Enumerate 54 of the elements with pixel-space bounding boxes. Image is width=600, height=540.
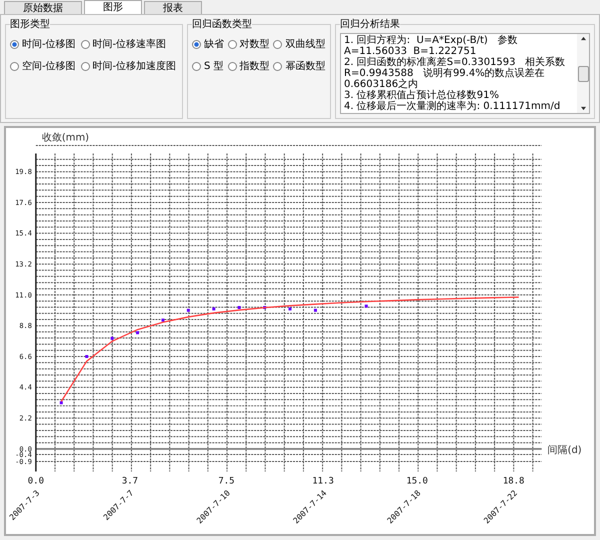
radio-label[interactable]: 双曲线型 xyxy=(285,37,326,51)
data-point xyxy=(60,401,63,404)
x-tick-label: 15.0 xyxy=(406,476,428,486)
tab[interactable]: 报表 xyxy=(144,1,202,14)
scroll-down-icon[interactable] xyxy=(580,106,586,111)
result-line: 2. 回归函数的标准离差S=0.3301593 相关系数R=0.9943588 说明有99.4%的数点误差在0.6603186之内 xyxy=(344,57,566,90)
x-tick-label: 3.7 xyxy=(122,476,138,486)
data-point xyxy=(314,308,317,312)
scrollbar[interactable] xyxy=(577,34,589,113)
scroll-thumb[interactable] xyxy=(578,66,588,82)
radio-circle[interactable] xyxy=(228,62,237,70)
x-axis-title: 间隔(d) xyxy=(548,444,582,456)
tab[interactable]: 图形 xyxy=(84,0,142,14)
radio-label[interactable]: 空间-位移图 xyxy=(22,59,76,73)
radio-label[interactable]: 时间-位移图 xyxy=(22,37,76,51)
tab[interactable]: 原始数据 xyxy=(4,1,82,14)
data-point xyxy=(161,318,164,322)
group-title: 回归分析结果 xyxy=(340,18,400,31)
radio-circle[interactable] xyxy=(10,62,19,70)
data-point xyxy=(136,331,140,334)
radio-circle[interactable] xyxy=(80,40,90,48)
data-point xyxy=(263,306,266,309)
radio-label[interactable]: 缺省 xyxy=(204,37,224,51)
radio-label[interactable]: 时间-位移速率图 xyxy=(92,37,166,51)
radio-label[interactable]: 对数型 xyxy=(240,37,270,51)
data-point xyxy=(238,306,241,309)
x-tick-label: 0.0 xyxy=(28,476,44,486)
data-point xyxy=(110,336,114,340)
group-title: 图形类型 xyxy=(10,18,50,31)
result-line: 3. 位移累积值占预计总位移数91% xyxy=(344,90,500,101)
data-point xyxy=(364,304,368,308)
radio-circle[interactable] xyxy=(192,40,201,48)
radio-circle[interactable] xyxy=(80,62,90,70)
scroll-up-icon[interactable] xyxy=(580,36,586,41)
data-point xyxy=(186,308,190,312)
radio-label[interactable]: S 型 xyxy=(204,59,224,73)
x-tick-label: 11.3 xyxy=(312,476,334,486)
data-point xyxy=(212,307,216,310)
y-axis-title: 收敛(mm) xyxy=(42,132,90,144)
result-line: 4. 位移最后一次量测的速率为: 0.111171mm/d xyxy=(344,101,562,112)
radio-label[interactable]: 时间-位移加速度图 xyxy=(92,59,176,73)
radio-circle[interactable] xyxy=(273,62,282,70)
x-tick-label: 18.8 xyxy=(502,476,524,486)
x-tick-label: 7.5 xyxy=(218,476,235,486)
group-title: 回归函数类型 xyxy=(192,18,252,31)
radio-circle[interactable] xyxy=(10,40,19,48)
radio-circle[interactable] xyxy=(273,40,282,48)
radio-label[interactable]: 指数型 xyxy=(240,59,270,73)
data-point xyxy=(85,355,88,358)
radio-label[interactable]: 幂函数型 xyxy=(285,59,326,73)
radio-circle[interactable] xyxy=(228,40,237,48)
data-point xyxy=(288,307,292,310)
result-line: 1. 回归方程为: U=A*Exp(-B/t) 参数A=11.56033 B=1.222751 xyxy=(344,35,518,57)
radio-circle[interactable] xyxy=(192,62,201,70)
